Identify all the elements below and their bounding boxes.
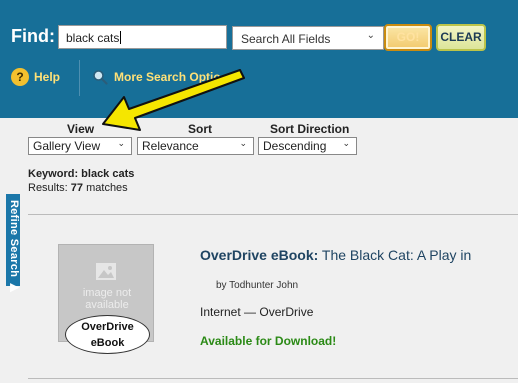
help-label: Help — [34, 70, 61, 84]
sort-select-value: Relevance — [142, 139, 199, 153]
help-link[interactable]: ? Help — [11, 67, 60, 87]
result-source: Internet — OverDrive — [200, 305, 314, 319]
badge-line-1: OverDrive — [81, 321, 134, 333]
sort-direction-select[interactable]: Descending ⌄ — [258, 137, 357, 155]
search-field-select[interactable]: Search All Fields ⌄ — [232, 26, 384, 50]
badge-line-2: eBook — [90, 337, 125, 349]
results-suffix: matches — [83, 182, 128, 194]
chevron-down-icon: ⌄ — [366, 30, 375, 41]
search-field-value: Search All Fields — [241, 32, 331, 46]
clear-button[interactable]: CLEAR — [436, 24, 486, 51]
result-title: The Black Cat: A Play in — [318, 247, 472, 263]
sort-select[interactable]: Relevance ⌄ — [137, 137, 254, 155]
sort-label: Sort — [188, 122, 212, 136]
search-input-value: black cats — [66, 31, 120, 45]
divider — [28, 378, 518, 379]
go-button[interactable]: GO! — [384, 24, 432, 51]
no-image-line-1: image not — [82, 287, 132, 299]
result-format: OverDrive eBook: — [200, 247, 319, 263]
no-image-text: image not available — [59, 287, 155, 311]
image-icon — [96, 263, 116, 280]
result-title-link[interactable]: OverDrive eBook: The Black Cat: A Play i… — [200, 247, 471, 263]
more-search-options-link[interactable]: More Search Optio — [92, 67, 221, 87]
search-header — [0, 0, 518, 118]
magnifier-icon — [93, 70, 108, 85]
divider — [28, 214, 518, 215]
chevron-down-icon: ⌄ — [239, 138, 247, 148]
chevron-down-icon: ⌄ — [342, 138, 350, 148]
results-prefix: Results: — [28, 182, 71, 194]
view-select-value: Gallery View — [33, 139, 101, 153]
sort-direction-value: Descending — [263, 139, 327, 153]
question-icon: ? — [11, 68, 29, 86]
results-count: Results: 77 matches — [28, 182, 128, 194]
availability-link[interactable]: Available for Download! — [200, 334, 336, 348]
no-image-line-2: available — [85, 299, 129, 311]
format-badge: OverDrive eBook — [65, 315, 150, 354]
view-label: View — [67, 122, 95, 136]
search-input[interactable]: black cats — [58, 25, 227, 49]
refine-search-label[interactable]: Refine Search ▶ — [7, 200, 21, 294]
keyword-summary: Keyword: black cats — [28, 168, 135, 180]
view-select[interactable]: Gallery View ⌄ — [28, 137, 132, 155]
find-label: Find: — [11, 26, 55, 46]
header-divider — [79, 60, 80, 96]
chevron-down-icon: ⌄ — [117, 138, 125, 148]
result-author: by Todhunter John — [216, 280, 299, 291]
sort-direction-label: Sort Direction — [270, 122, 350, 136]
text-cursor — [120, 31, 122, 44]
more-options-label: More Search Optio — [114, 70, 221, 84]
results-number: 77 — [70, 182, 84, 194]
